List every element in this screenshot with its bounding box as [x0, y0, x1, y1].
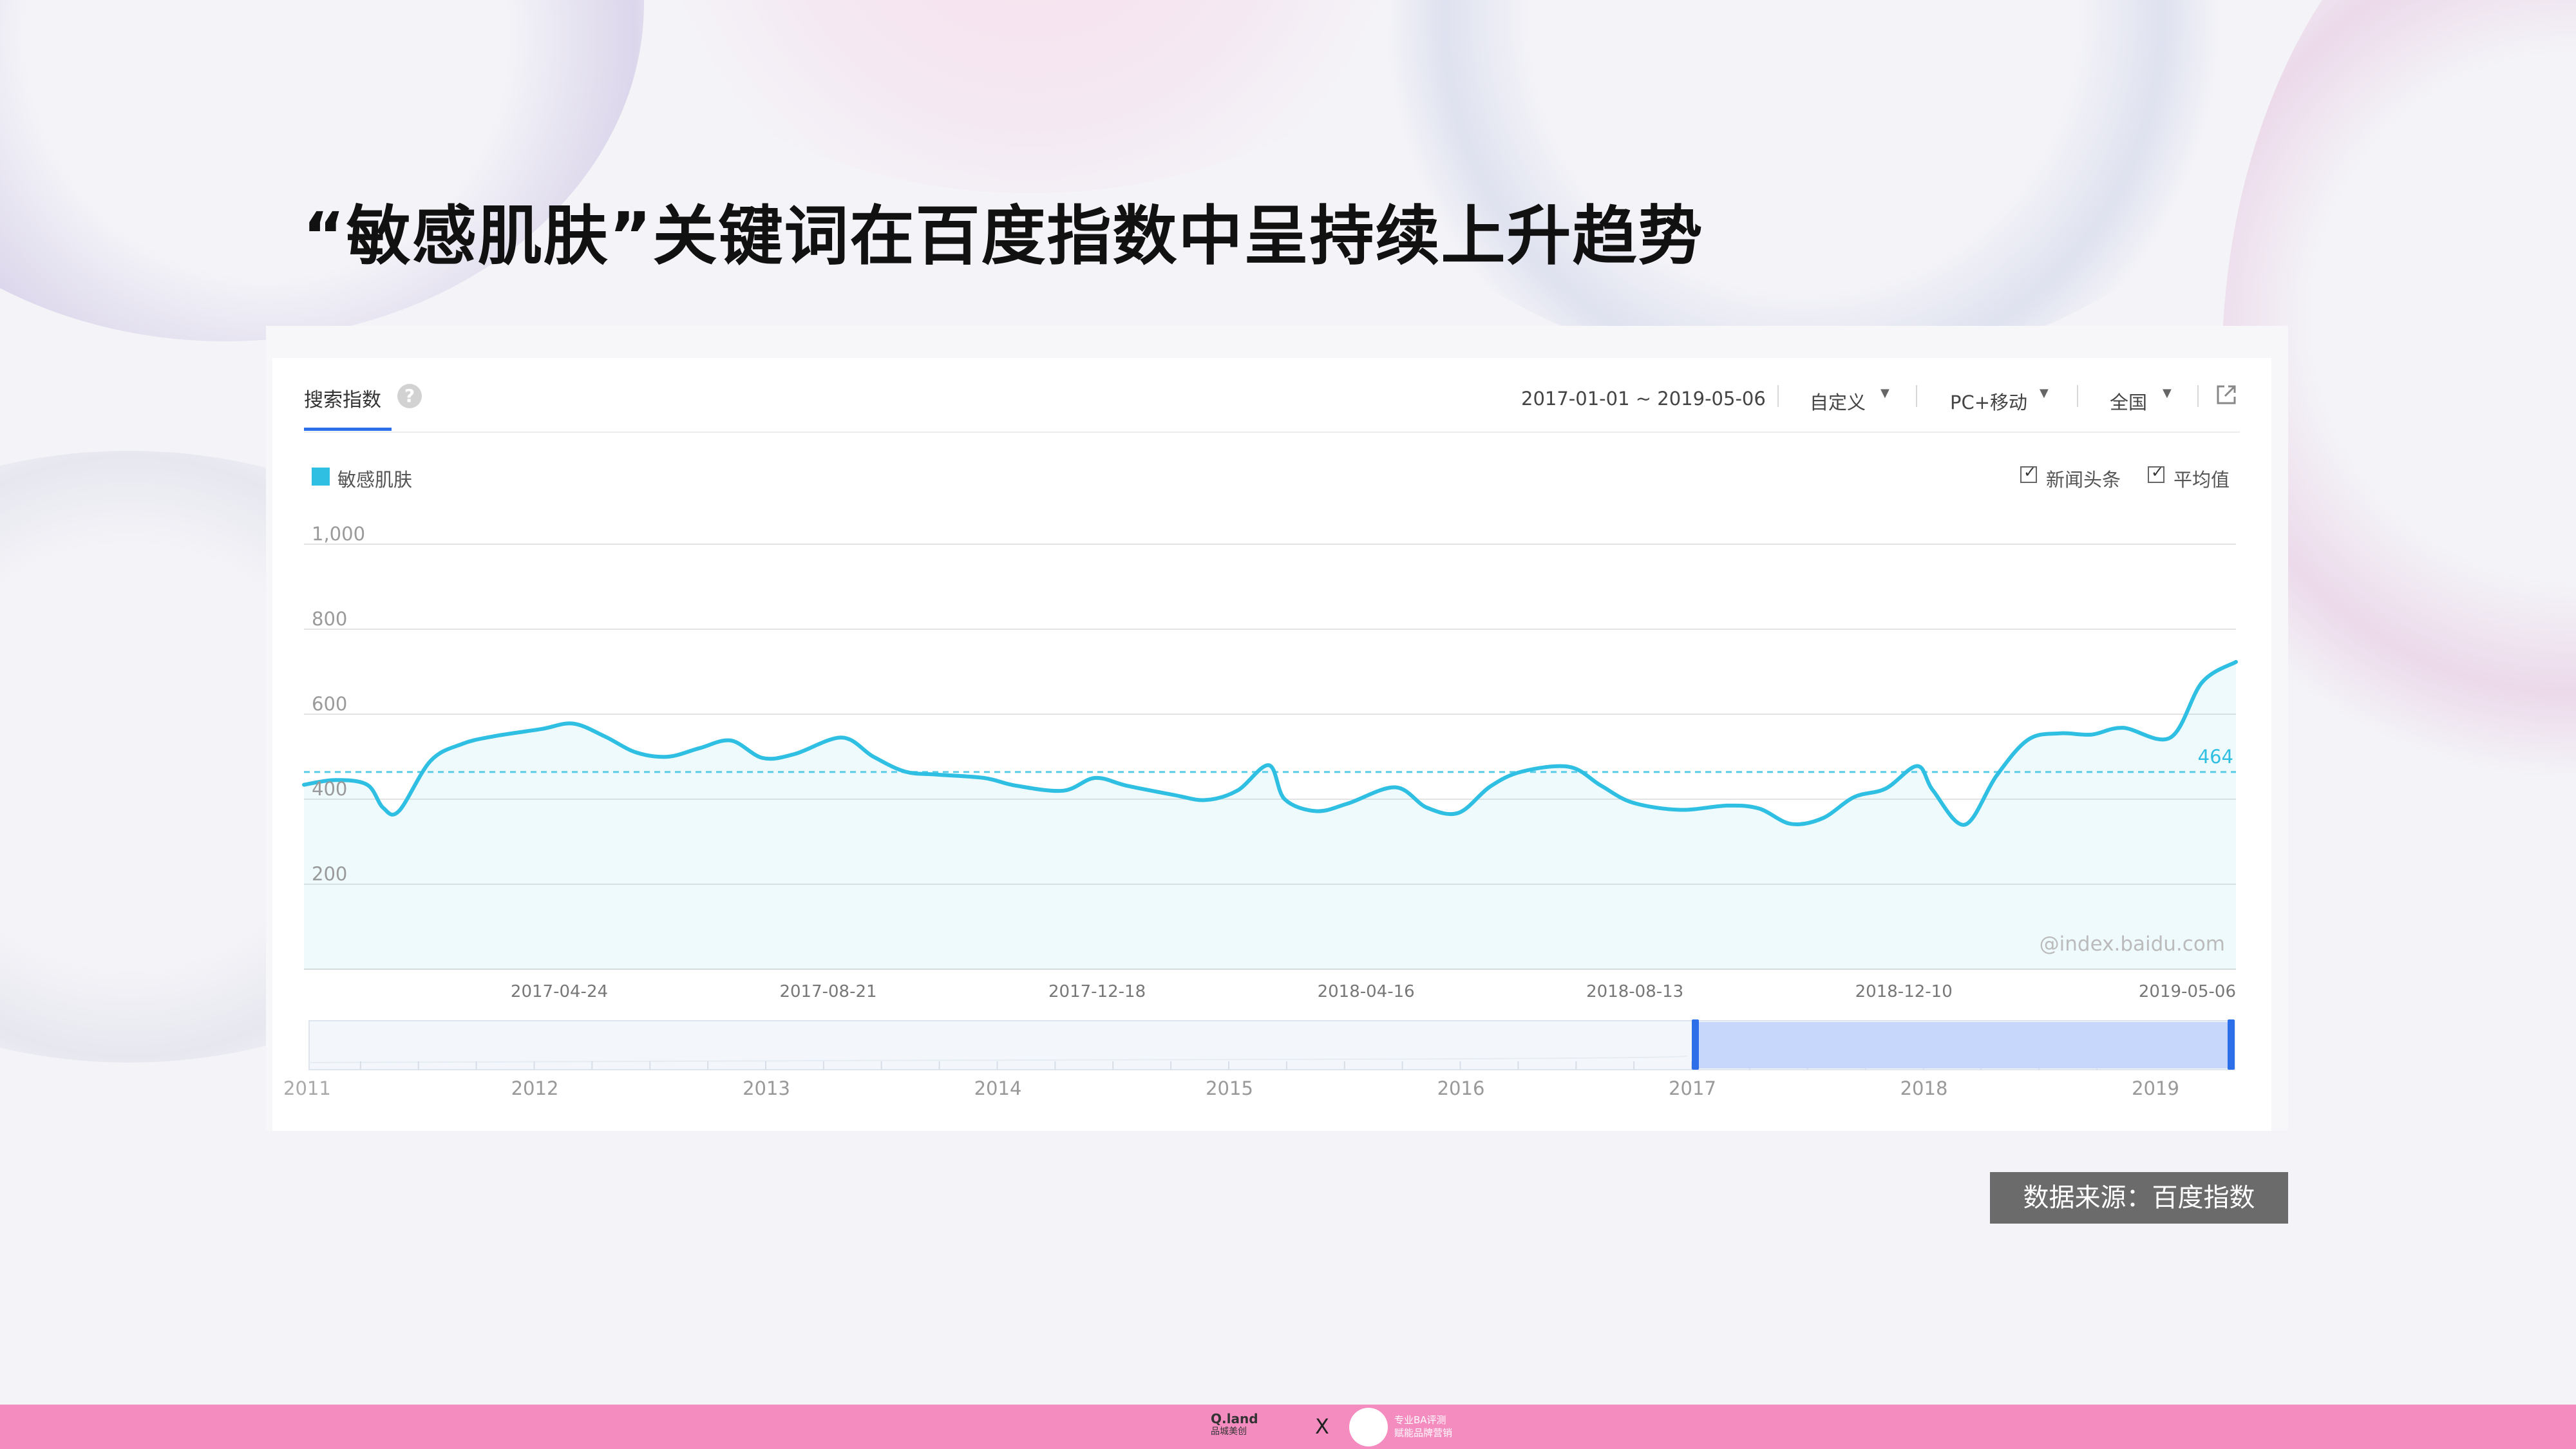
overview-year-label: 2017	[1669, 1077, 1716, 1099]
y-tick-label: 400	[312, 778, 347, 800]
qland-logo-subtext: 品城美创	[1211, 1426, 1247, 1437]
logo-separator: X	[1315, 1414, 1329, 1439]
average-value-label: 464	[2198, 746, 2233, 768]
x-tick-label: 2018-04-16	[1318, 982, 1415, 1001]
overview-year-label: 2019	[2132, 1077, 2179, 1099]
series-area	[304, 661, 2236, 969]
qland-logo-text: Q.land	[1211, 1411, 1258, 1426]
overview-selected-range[interactable]	[1695, 1022, 2231, 1068]
x-tick-label: 2017-12-18	[1048, 982, 1146, 1001]
range-handle-right[interactable]	[2228, 1019, 2235, 1070]
overview-year-label: 2011	[283, 1077, 331, 1099]
x-tick-label: 2018-12-10	[1855, 982, 1953, 1001]
overview-year-label: 2016	[1437, 1077, 1485, 1099]
x-tick-label: 2017-04-24	[511, 982, 608, 1001]
overview-year-label: 2015	[1206, 1077, 1253, 1099]
partner-logo-line2: 赋能品牌营销	[1394, 1427, 1453, 1439]
x-tick-label: 2017-08-21	[779, 982, 876, 1001]
y-tick-label: 200	[312, 863, 347, 885]
overview-year-label: 2013	[743, 1077, 790, 1099]
qland-logo: Q.land 品城美创	[1211, 1412, 1272, 1442]
overview-year-label: 2018	[1900, 1077, 1948, 1099]
range-handle-left[interactable]	[1692, 1019, 1699, 1070]
data-source-label: 数据来源：百度指数	[1990, 1172, 2288, 1224]
footer-bar	[0, 1405, 2576, 1449]
x-tick-label: 2018-08-13	[1586, 982, 1683, 1001]
y-tick-label: 800	[312, 608, 347, 630]
y-tick-label: 600	[312, 693, 347, 715]
overview-year-label: 2014	[974, 1077, 1022, 1099]
partner-logo-text: 专业BA评测 赋能品牌营销	[1394, 1414, 1452, 1439]
y-tick-label: 1,000	[312, 523, 365, 545]
watermark: @index.baidu.com	[2040, 933, 2225, 956]
index-trend-chart: 1,000 800 600 400 200 2017-04-24 2017-08-21 20…	[283, 523, 2238, 1099]
partner-logo-icon	[1349, 1408, 1388, 1446]
x-tick-label: 2019-05-06	[2139, 982, 2236, 1001]
partner-logo-line1: 专业BA评测	[1394, 1414, 1446, 1426]
overview-year-label: 2012	[511, 1077, 559, 1099]
